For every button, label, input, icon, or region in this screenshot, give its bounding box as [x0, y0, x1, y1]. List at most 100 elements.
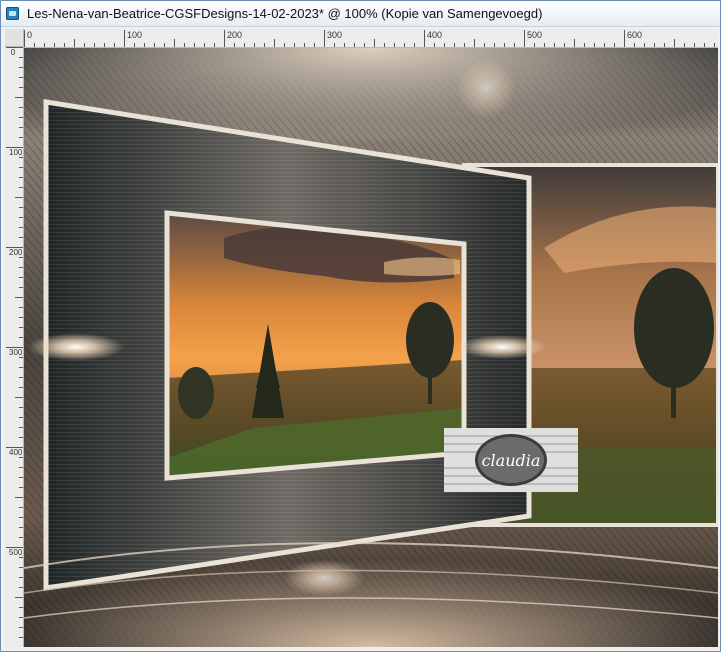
- ruler-tick: [19, 527, 23, 528]
- ruler-tick: [19, 387, 23, 388]
- ruler-tick: [19, 227, 23, 228]
- ruler-tick: [64, 43, 65, 47]
- ruler-tick: [304, 43, 305, 47]
- lens-flare-left: [28, 333, 124, 361]
- ruler-tick: [204, 43, 205, 47]
- ruler-left-label: 200: [9, 248, 23, 257]
- ruler-tick: [19, 557, 23, 558]
- ruler-tick: [19, 287, 23, 288]
- ruler-tick: [614, 43, 615, 47]
- window-title: Les-Nena-van-Beatrice-CGSFDesigns-14-02-…: [27, 6, 543, 21]
- ruler-tick: [15, 497, 23, 498]
- ruler-tick: [334, 43, 335, 47]
- ruler-tick: [19, 577, 23, 578]
- ruler-tick: [19, 587, 23, 588]
- ruler-tick: [19, 177, 23, 178]
- ruler-tick: [19, 607, 23, 608]
- ruler-tick: [19, 457, 23, 458]
- ruler-tick: [19, 427, 23, 428]
- psp-document-icon[interactable]: [6, 7, 19, 20]
- ruler-tick: [6, 347, 23, 348]
- watermark-text: claudia: [482, 451, 541, 470]
- ruler-tick: [6, 447, 23, 448]
- ruler-tick: [19, 107, 23, 108]
- ruler-tick: [19, 117, 23, 118]
- ruler-tick: [514, 43, 515, 47]
- ruler-tick: [554, 43, 555, 47]
- ruler-tick: [19, 537, 23, 538]
- ruler-tick: [674, 39, 675, 47]
- ruler-tick: [19, 437, 23, 438]
- ruler-tick: [19, 277, 23, 278]
- ruler-tick: [224, 30, 225, 47]
- ruler-tick: [194, 43, 195, 47]
- ruler-left-label: 400: [9, 448, 23, 457]
- ruler-tick: [19, 57, 23, 58]
- ruler-tick: [124, 30, 125, 47]
- ruler-tick: [664, 43, 665, 47]
- ruler-tick: [19, 267, 23, 268]
- title-bar[interactable]: Les-Nena-van-Beatrice-CGSFDesigns-14-02-…: [1, 1, 720, 27]
- ruler-tick: [19, 137, 23, 138]
- ruler-tick: [19, 127, 23, 128]
- ruler-tick: [494, 43, 495, 47]
- ruler-tick: [15, 397, 23, 398]
- ruler-tick: [34, 43, 35, 47]
- horizontal-ruler[interactable]: 0 100 200 300 400 500 600: [24, 29, 718, 48]
- ruler-top-label: 600: [627, 30, 643, 40]
- ruler-tick: [19, 217, 23, 218]
- ruler-tick: [454, 43, 455, 47]
- ruler-tick: [6, 547, 23, 548]
- ruler-tick: [524, 30, 525, 47]
- ruler-left-label: 100: [9, 148, 23, 157]
- ruler-tick: [84, 43, 85, 47]
- ruler-tick: [19, 77, 23, 78]
- ruler-tick: [19, 417, 23, 418]
- ruler-tick: [6, 47, 23, 48]
- ruler-tick: [19, 207, 23, 208]
- ruler-tick: [19, 467, 23, 468]
- ruler-tick: [404, 43, 405, 47]
- ruler-tick: [114, 43, 115, 47]
- watermark-badge: claudia: [444, 428, 578, 492]
- ruler-tick: [19, 487, 23, 488]
- ruler-tick: [684, 43, 685, 47]
- ruler-tick: [464, 43, 465, 47]
- ruler-tick: [19, 317, 23, 318]
- ruler-tick: [654, 43, 655, 47]
- ruler-tick: [264, 43, 265, 47]
- ruler-tick: [444, 43, 445, 47]
- ruler-tick: [434, 43, 435, 47]
- ruler-tick: [15, 197, 23, 198]
- ruler-tick: [19, 407, 23, 408]
- ruler-tick: [714, 43, 715, 47]
- ruler-tick: [364, 43, 365, 47]
- ruler-tick: [534, 43, 535, 47]
- ruler-tick: [344, 43, 345, 47]
- ruler-tick: [324, 30, 325, 47]
- ruler-tick: [574, 39, 575, 47]
- ruler-tick: [19, 357, 23, 358]
- ruler-tick: [414, 43, 415, 47]
- ruler-tick: [174, 39, 175, 47]
- ruler-tick: [314, 43, 315, 47]
- ruler-tick: [19, 157, 23, 158]
- ruler-left-label: 0: [10, 48, 16, 57]
- ruler-tick: [154, 43, 155, 47]
- ruler-tick: [484, 43, 485, 47]
- vertical-ruler[interactable]: 0 100 200 300 400 500: [5, 47, 24, 647]
- ruler-tick: [384, 43, 385, 47]
- ruler-tick: [74, 39, 75, 47]
- ruler-tick: [24, 30, 25, 47]
- ruler-left-label: 300: [9, 348, 23, 357]
- ruler-top-label: 300: [327, 30, 343, 40]
- image-canvas[interactable]: claudia: [24, 48, 718, 647]
- ruler-tick: [644, 43, 645, 47]
- ruler-tick: [19, 307, 23, 308]
- ruler-tick: [504, 43, 505, 47]
- ruler-tick: [19, 507, 23, 508]
- inner-landscape-picture: [164, 210, 467, 481]
- ruler-tick: [19, 627, 23, 628]
- ruler-top-label: 200: [227, 30, 243, 40]
- ruler-tick: [164, 43, 165, 47]
